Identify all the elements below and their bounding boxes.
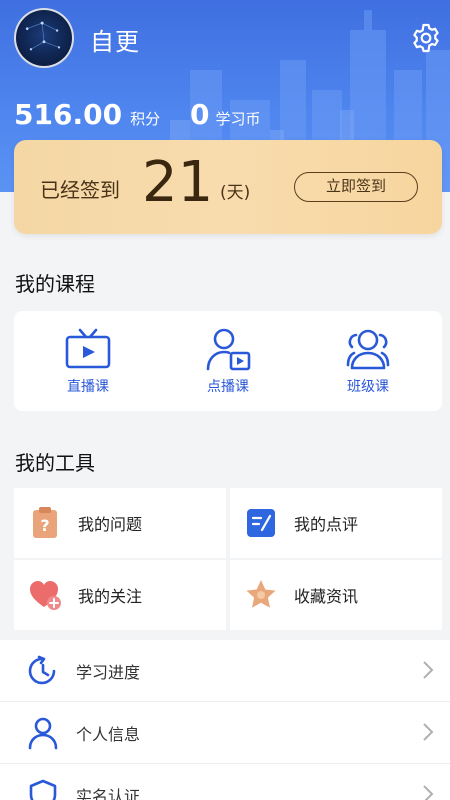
- course-vod[interactable]: 点播课: [188, 311, 268, 411]
- menu-item-study-progress-label: 学习进度: [76, 662, 141, 682]
- tool-saved-news[interactable]: 收藏资讯: [230, 560, 442, 630]
- tools-section-title: 我的工具: [15, 451, 95, 475]
- chevron-right-icon: [423, 785, 434, 800]
- edit-note-icon: [247, 509, 275, 537]
- chevron-right-icon: [423, 723, 434, 741]
- courses-card: 直播课 点播课 班级课: [14, 311, 442, 411]
- coins-unit: 学习币: [215, 110, 261, 128]
- settings-list: 学习进度 个人信息 实名认证: [0, 640, 450, 800]
- courses-section-title: 我的课程: [15, 272, 95, 296]
- shield-icon: [29, 779, 57, 800]
- gear-icon[interactable]: [410, 22, 442, 54]
- tool-my-reviews[interactable]: 我的点评: [230, 488, 442, 558]
- signin-button[interactable]: 立即签到: [294, 172, 418, 202]
- points-value: 516.00: [14, 98, 123, 131]
- coins-value: 0: [190, 98, 210, 131]
- course-class[interactable]: 班级课: [328, 311, 408, 411]
- menu-item-real-name-auth[interactable]: 实名认证: [0, 764, 450, 800]
- signin-label: 已经签到: [40, 178, 120, 202]
- menu-item-study-progress[interactable]: 学习进度: [0, 640, 450, 702]
- course-class-label: 班级课: [347, 379, 389, 395]
- menu-item-real-name-auth-label: 实名认证: [76, 786, 141, 800]
- tool-my-follows[interactable]: 我的关注: [14, 560, 226, 630]
- points-unit: 积分: [130, 110, 161, 128]
- tool-saved-news-label: 收藏资讯: [294, 587, 359, 606]
- tool-my-questions[interactable]: ? 我的问题: [14, 488, 226, 558]
- tool-my-reviews-label: 我的点评: [294, 515, 359, 534]
- signin-card: 已经签到 21 (天) 立即签到: [14, 140, 442, 234]
- star-icon: [246, 580, 276, 608]
- menu-item-personal-info[interactable]: 个人信息: [0, 702, 450, 764]
- heart-plus-icon: [30, 581, 61, 610]
- question-clipboard-icon: ?: [33, 507, 57, 538]
- course-live-label: 直播课: [67, 379, 109, 395]
- svg-text:?: ?: [40, 516, 49, 535]
- coins-stat[interactable]: 0 学习币: [190, 98, 261, 131]
- group-icon: [346, 329, 390, 370]
- tool-my-questions-label: 我的问题: [78, 515, 143, 534]
- course-live[interactable]: 直播课: [48, 311, 128, 411]
- points-stat[interactable]: 516.00 积分: [14, 98, 160, 131]
- user-video-icon: [206, 328, 251, 371]
- clock-icon: [28, 655, 56, 684]
- tool-my-follows-label: 我的关注: [78, 587, 143, 606]
- avatar[interactable]: [14, 8, 74, 68]
- person-icon: [28, 717, 58, 749]
- signin-days-unit: (天): [220, 183, 251, 203]
- course-vod-label: 点播课: [207, 379, 249, 395]
- tv-icon: [65, 328, 111, 369]
- username[interactable]: 自更: [90, 22, 140, 57]
- signin-days: 21: [142, 150, 214, 215]
- tools-grid: ? 我的问题 我的点评 我的关注 收藏资讯: [14, 488, 442, 630]
- chevron-right-icon: [423, 661, 434, 679]
- menu-item-personal-info-label: 个人信息: [76, 724, 141, 744]
